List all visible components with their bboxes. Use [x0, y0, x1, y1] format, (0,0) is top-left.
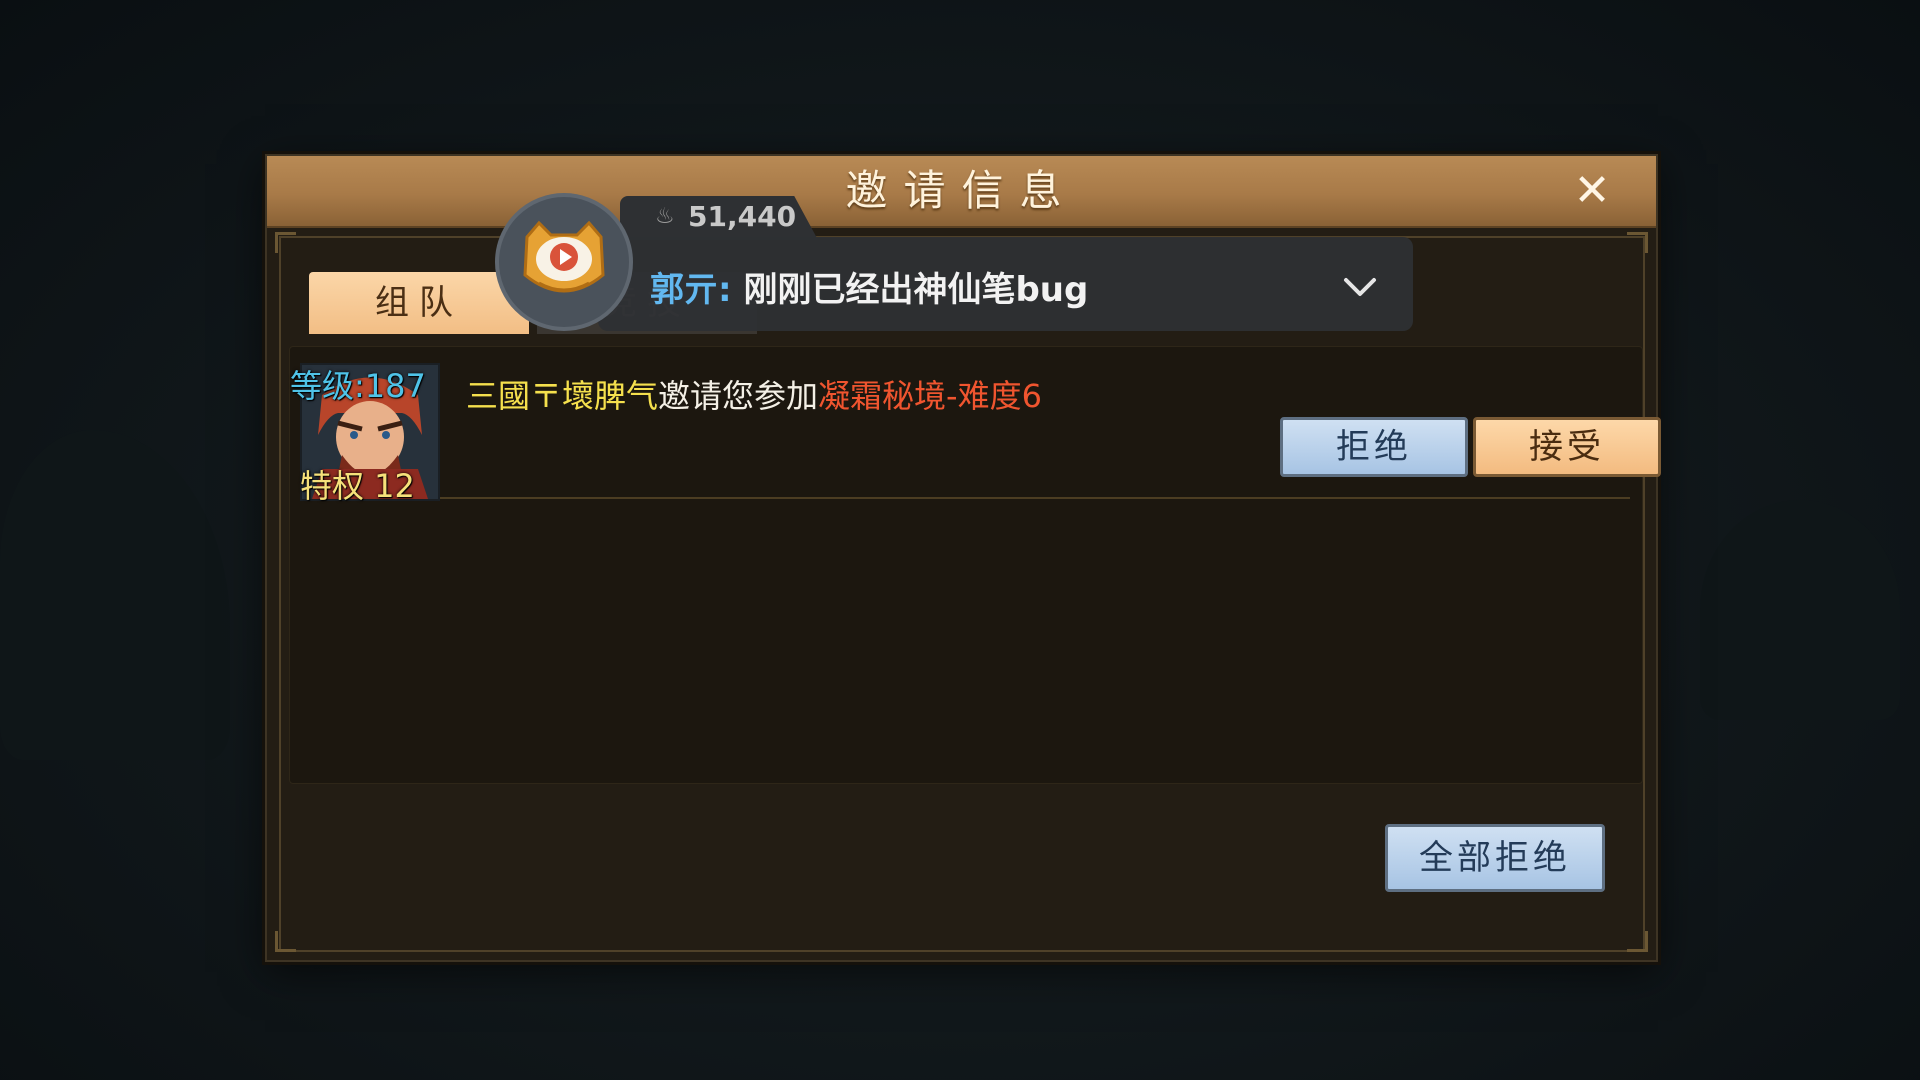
dialog-title: 邀请信息	[845, 166, 1078, 215]
frame-corner	[1627, 232, 1648, 253]
close-icon: ✕	[1573, 165, 1611, 216]
close-button[interactable]: ✕	[1567, 166, 1617, 216]
refuse-button[interactable]: 拒绝	[1280, 417, 1468, 477]
background-ship-left	[0, 430, 230, 760]
chevron-down-icon[interactable]	[1340, 266, 1380, 306]
background-ship-right	[1700, 500, 1900, 720]
player-vip: 特权 12	[300, 467, 415, 505]
invite-text: 邀请您参加	[658, 377, 819, 415]
invite-row: 等级:187 特权 12 三國〒壞脾气邀请您参加凝霜秘境-难度6 拒绝 接受	[290, 357, 1661, 505]
accept-button[interactable]: 接受	[1473, 417, 1661, 477]
refuse-all-button[interactable]: 全部拒绝	[1385, 824, 1605, 892]
inviter-name[interactable]: 三國〒壞脾气	[466, 377, 658, 415]
overlay-count: 51,440	[660, 200, 796, 233]
invite-target: 凝霜秘境-难度6	[818, 377, 1042, 415]
chat-user: 郭亓:	[650, 270, 732, 310]
chat-text: 刚刚已经出神仙笔bug	[743, 270, 1089, 310]
invite-list: 等级:187 特权 12 三國〒壞脾气邀请您参加凝霜秘境-难度6 拒绝 接受	[289, 346, 1661, 784]
invite-message: 三國〒壞脾气邀请您参加凝霜秘境-难度6	[466, 371, 1042, 417]
frame-corner	[275, 232, 296, 253]
frame-corner	[275, 931, 296, 952]
streamer-logo-icon	[523, 220, 605, 293]
player-level: 等级:187	[290, 367, 426, 405]
dialog-title-bar: 邀请信息 ✕	[267, 156, 1656, 228]
viewer-count: 51,440	[688, 200, 797, 233]
frame-corner	[1627, 931, 1648, 952]
streamer-avatar[interactable]	[495, 193, 633, 331]
chat-message: 郭亓: 刚刚已经出神仙笔bug	[650, 262, 1088, 311]
game-scene: 邀请信息 ✕ 组队 竞技	[0, 0, 1920, 1080]
tab-team[interactable]: 组队	[309, 272, 529, 334]
